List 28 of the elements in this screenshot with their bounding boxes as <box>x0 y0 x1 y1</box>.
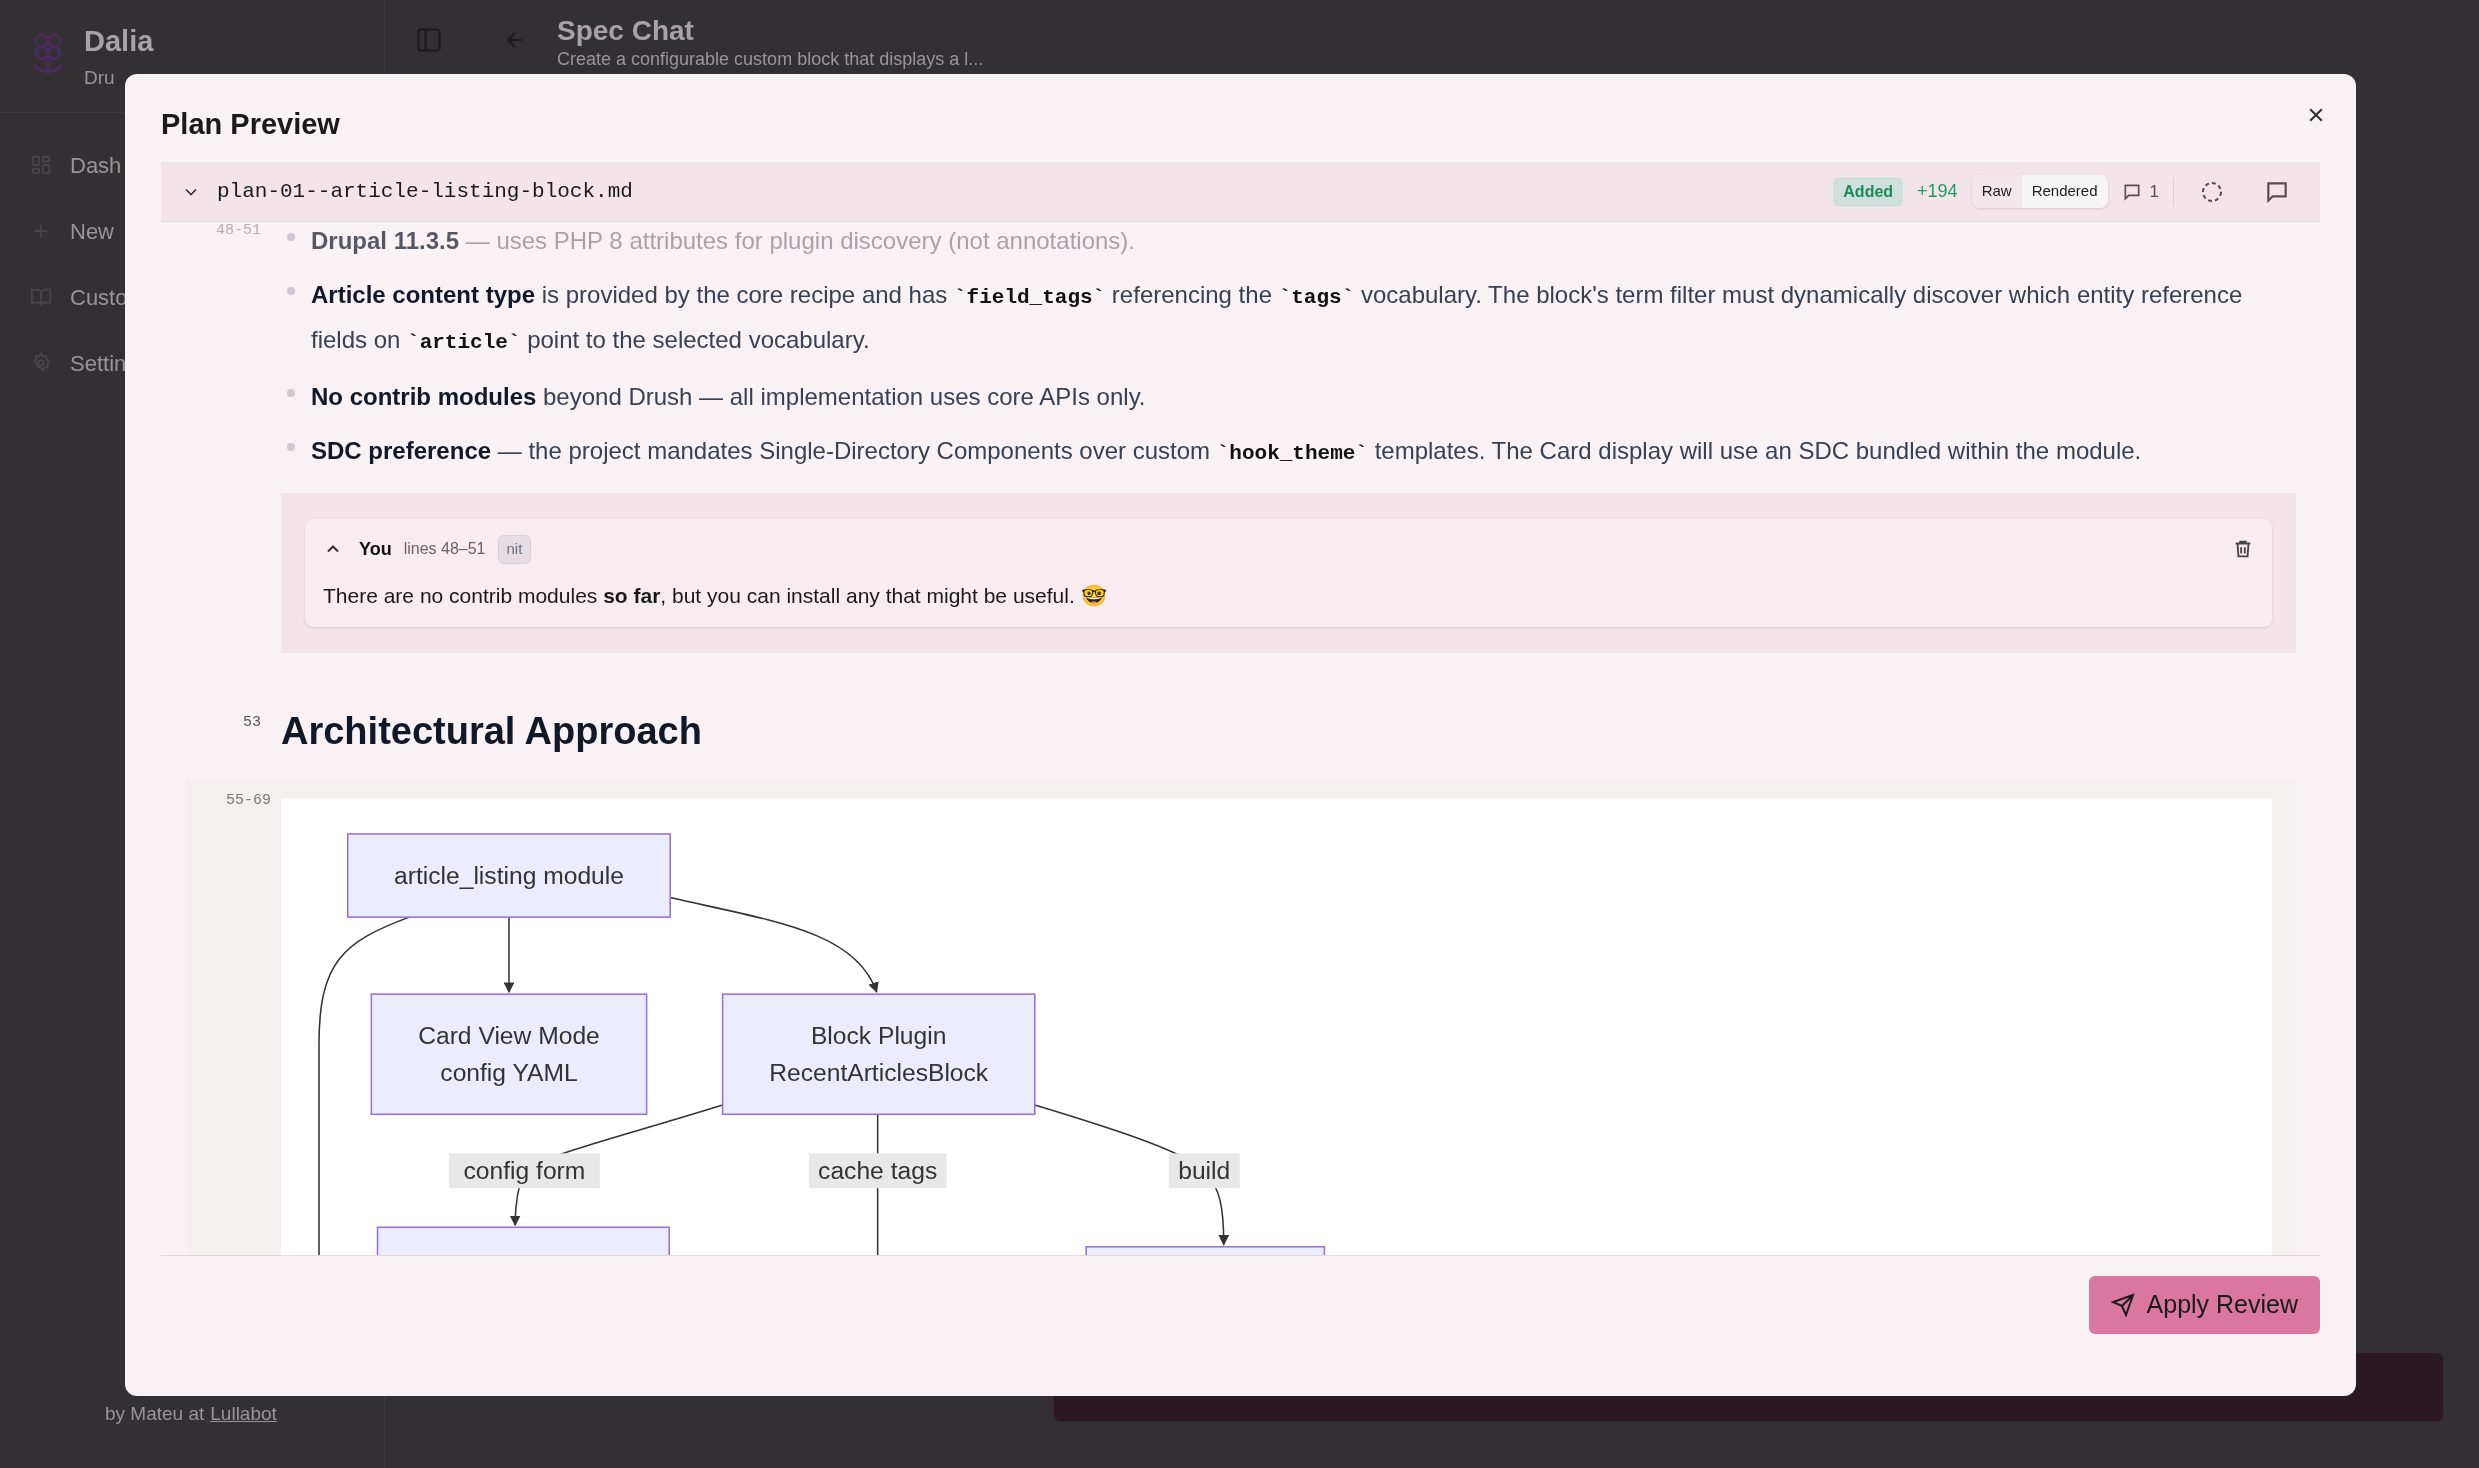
page-subtitle: Create a configurable custom block that displays a l... <box>557 48 984 70</box>
diagram-node: Card View Mode config YAML <box>370 993 648 1116</box>
comment-count: 1 <box>2149 180 2159 203</box>
line-number: 48-51 <box>216 221 261 241</box>
comment-tag: nit <box>497 535 532 564</box>
line-number: 55-69 <box>226 791 271 811</box>
edge-label: config form <box>448 1153 600 1189</box>
app-name: Dalia <box>84 24 154 59</box>
bullet-text: Drupal 11.3.5 — uses PHP 8 attributes for plugin discovery (not annotations). <box>311 226 1136 256</box>
additions-count: +194 <box>1917 180 1958 203</box>
page-title: Spec Chat <box>557 14 695 48</box>
edge-label: build <box>1168 1153 1240 1189</box>
comment-author: You <box>359 537 392 561</box>
app-subtitle: Dru <box>84 65 116 90</box>
comment-lines: lines 48–51 <box>403 539 486 560</box>
bullet-text: SDC preference — the project mandates Single-Directory Components over custom `hook_theme` templates. The Card display will use an SDC bundled within the module. <box>311 436 2143 467</box>
diagram-node: Block Plugin RecentArticlesBlock <box>721 993 1036 1116</box>
edge-label: cache tags <box>808 1153 947 1189</box>
comment-body: There are no contrib modules so far, but you can install any that might be useful. 🤓 <box>323 582 1108 609</box>
credit-text: by Mateu at <box>105 1401 205 1426</box>
bullet-text: Article content type is provided by the core recipe and has `field_tags` referencing the `tags` vocabulary. The block's term filter must dynamically discover which entity reference fields on `article` point to the selected vocabulary. <box>311 280 2244 356</box>
section-heading: Architectural Approach <box>281 709 702 754</box>
diagram-node: article_listing module <box>347 833 671 918</box>
line-number: 53 <box>243 712 261 733</box>
dialog-title: Plan Preview <box>161 107 340 143</box>
file-name: plan-01--article-listing-block.md <box>217 178 633 205</box>
status-badge: Added <box>1833 176 1904 207</box>
bullet-text: No contrib modules beyond Drush — all implementation uses core APIs only. <box>311 382 1147 412</box>
